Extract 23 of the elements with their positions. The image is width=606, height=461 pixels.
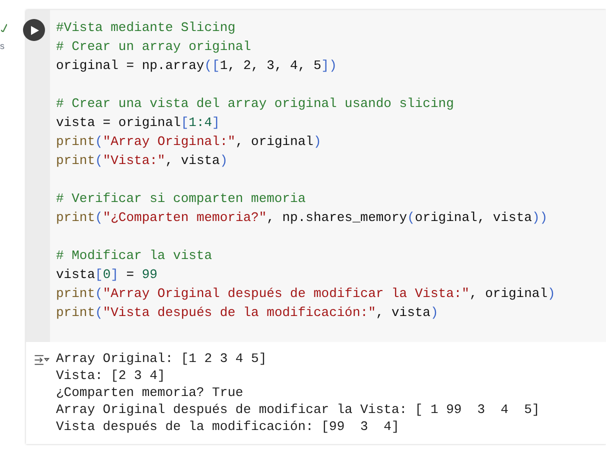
check-icon bbox=[1, 24, 7, 32]
code-line: print("Array Original después de modificar la Vista:", original) bbox=[56, 285, 556, 303]
output-line: Vista después de la modificación: [99 3 4] bbox=[56, 418, 400, 435]
code-line: # Modificar la vista bbox=[56, 247, 214, 265]
output-line: Array Original después de modificar la Vista: [ 1 99 3 4 5] bbox=[56, 401, 540, 418]
code-line: #Vista mediante Slicing bbox=[56, 19, 236, 37]
output-line: Array Original: [1 2 3 4 5] bbox=[56, 350, 268, 367]
code-line: vista = original[1:4] bbox=[56, 114, 221, 132]
code-line: # Crear una vista del array original usando slicing bbox=[56, 95, 455, 113]
output-line: Vista: [2 3 4] bbox=[56, 367, 166, 384]
output-toggle-icon[interactable] bbox=[34, 353, 50, 367]
code-line: print("Array Original:", original) bbox=[56, 133, 322, 151]
code-line: print("¿Comparten memoria?", np.shares_memory(original, vista)) bbox=[56, 209, 549, 227]
code-line: # Crear un array original bbox=[56, 38, 252, 56]
code-line: print("Vista después de la modificación:", vista) bbox=[56, 304, 440, 322]
code-line: vista[0] = 99 bbox=[56, 266, 158, 284]
run-status: s bbox=[0, 42, 4, 51]
code-line: print("Vista:", vista) bbox=[56, 152, 229, 170]
code-line: # Verificar si comparten memoria bbox=[56, 190, 307, 208]
output-line: ¿Comparten memoria? True bbox=[56, 384, 244, 401]
code-line: original = np.array([1, 2, 3, 4, 5]) bbox=[56, 57, 338, 75]
run-button[interactable] bbox=[23, 19, 45, 41]
play-icon bbox=[31, 26, 39, 34]
